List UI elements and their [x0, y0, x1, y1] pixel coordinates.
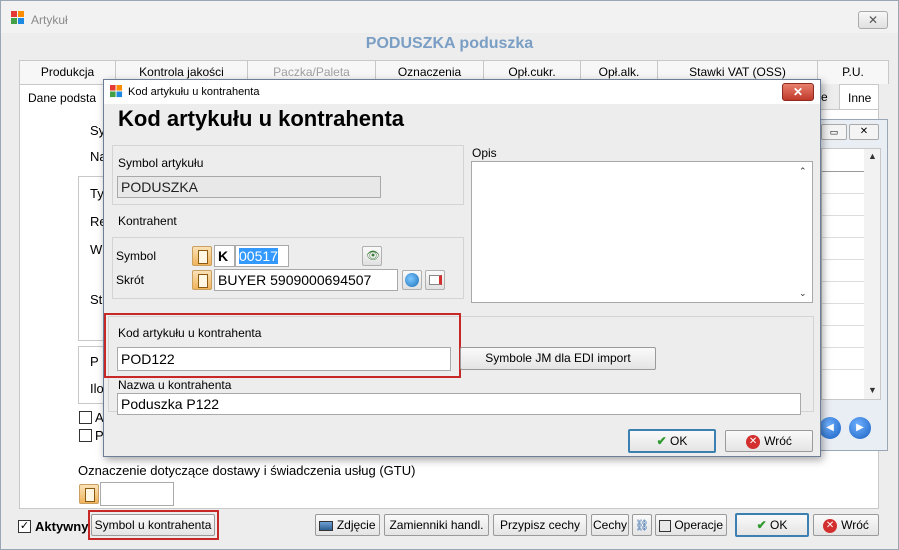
side-scrollbar[interactable]: ▲ ▼ [864, 149, 880, 399]
contractor-picker-button[interactable] [192, 246, 212, 266]
bg-label-st: St [90, 292, 103, 307]
cancel-icon: ✕ [746, 434, 761, 449]
article-symbol-field: PODUSZKA [117, 176, 381, 198]
contractor-symbol-value: 00517 [239, 248, 278, 264]
contractor-short-picker-button[interactable] [192, 270, 212, 290]
operations-button[interactable]: Operacje [655, 514, 727, 536]
gtu-input[interactable] [100, 482, 174, 506]
bg-label-ty: Ty [90, 186, 104, 201]
active-checkbox[interactable]: ✓ [18, 520, 31, 533]
footer-back-label: Wróć [841, 518, 869, 532]
article-symbol-label: Symbol artykułu [118, 156, 204, 170]
active-label: Aktywny [35, 519, 89, 534]
tab-dane-podstawowe[interactable]: Dane podsta [19, 84, 109, 110]
tab-partial-e[interactable]: e [819, 84, 833, 110]
operations-button-label: Operacje [674, 518, 724, 532]
close-icon: ✕ [867, 13, 879, 27]
highlight-code-field [104, 313, 461, 378]
scroll-down-icon: ▼ [868, 385, 877, 395]
contractor-web-button[interactable] [402, 270, 422, 290]
footer-ok-label: OK [770, 518, 788, 532]
photo-button[interactable]: Zdjęcie [315, 514, 380, 536]
skip-previous-icon: ◀ [826, 422, 834, 433]
background-side-window: ▭ ✕ ▲ ▼ ◀ ▶ [816, 119, 888, 451]
dialog-heading: Kod artykułu u kontrahenta [118, 106, 405, 131]
mail-icon [429, 275, 442, 285]
side-close-button[interactable]: ✕ [849, 124, 879, 140]
checkmark-icon: ✔ [756, 518, 767, 532]
gtu-label: Oznaczenie dotyczące dostawy i świadczen… [78, 463, 416, 478]
window-title: Artykuł [31, 13, 68, 27]
nav-next-button[interactable]: ▶ [849, 417, 871, 439]
dialog-back-button[interactable]: ✕ Wróć [725, 430, 813, 452]
operations-icon [658, 519, 671, 532]
checkmark-icon: ✔ [656, 434, 667, 448]
window-titlebar: Artykuł ✕ [1, 1, 898, 33]
app-logo-icon [11, 11, 24, 24]
contractor-symbol-label: Symbol [116, 249, 157, 263]
bg-label-ilo: Ilo [90, 381, 104, 396]
chain-link-icon: ⛓ [635, 520, 649, 532]
close-icon: ✕ [792, 85, 804, 99]
item-title: PODUSZKA poduszka [365, 35, 534, 52]
eye-icon: 👁 [366, 250, 380, 262]
dialog-close-button[interactable]: ✕ [782, 83, 814, 101]
contractor-details-button[interactable]: 👁 [362, 246, 382, 266]
dialog-ok-button[interactable]: ✔ OK [628, 429, 716, 453]
footer-ok-button[interactable]: ✔ OK [735, 513, 809, 537]
footer-back-button[interactable]: ✕ Wróć [813, 514, 879, 536]
contractor-email-button[interactable] [425, 270, 445, 290]
description-label: Opis [472, 146, 497, 160]
tab-inne[interactable]: Inne [839, 84, 879, 110]
features-button[interactable]: Cechy [591, 514, 629, 536]
bg-label-p: P [90, 354, 99, 369]
photo-button-label: Zdjęcie [336, 518, 376, 532]
photo-icon [319, 520, 334, 531]
dialog-ok-label: OK [670, 434, 688, 448]
dialog-titlebar: Kod artykułu u kontrahenta ✕ [104, 80, 820, 104]
scroll-down-icon[interactable]: ⌄ [799, 288, 807, 299]
substitutes-button[interactable]: Zamienniki handl. [384, 514, 489, 536]
bg-checkbox-a[interactable] [79, 411, 92, 424]
contractor-code-dialog: Kod artykułu u kontrahenta ✕ Kod artykuł… [103, 79, 821, 457]
name-input[interactable]: Poduszka P122 [117, 393, 801, 415]
contractor-type-field[interactable]: K [214, 245, 235, 267]
contractor-short-label: Skrót [116, 273, 145, 287]
side-restore-button[interactable]: ▭ [821, 124, 847, 140]
close-icon: ✕ [859, 126, 869, 137]
window-close-button[interactable]: ✕ [858, 11, 888, 29]
skip-next-icon: ▶ [856, 422, 864, 433]
globe-icon [405, 273, 419, 287]
dialog-back-label: Wróć [764, 434, 792, 448]
assign-features-button[interactable]: Przypisz cechy [493, 514, 587, 536]
scroll-up-icon: ▲ [868, 151, 877, 161]
cancel-icon: ✕ [823, 518, 838, 533]
bg-checkbox-p[interactable] [79, 429, 92, 442]
description-textarea[interactable]: ⌃ ⌄ [471, 161, 813, 303]
app-logo-icon [110, 85, 123, 98]
nav-prev-button[interactable]: ◀ [819, 417, 841, 439]
link-features-button[interactable]: ⛓ [632, 514, 652, 536]
scroll-up-icon[interactable]: ⌃ [799, 166, 807, 177]
tab-produkcja[interactable]: Produkcja [19, 60, 116, 84]
highlight-symbol-button [88, 510, 219, 540]
contractor-short-field[interactable]: BUYER 5909000694507 [214, 269, 398, 291]
tab-pu[interactable]: P.U. [817, 60, 889, 84]
contractor-symbol-field[interactable]: 00517 [235, 245, 289, 267]
edi-units-button[interactable]: Symbole JM dla EDI import [460, 347, 656, 370]
dialog-title: Kod artykułu u kontrahenta [128, 86, 260, 98]
checkmark-icon: ✓ [19, 520, 30, 532]
gtu-picker-button[interactable] [79, 484, 99, 504]
restore-icon: ▭ [829, 127, 839, 137]
contractor-label: Kontrahent [118, 214, 177, 228]
side-list[interactable]: ▲ ▼ [821, 148, 881, 400]
bg-label-w: W [90, 242, 103, 257]
name-label: Nazwa u kontrahenta [118, 378, 232, 392]
